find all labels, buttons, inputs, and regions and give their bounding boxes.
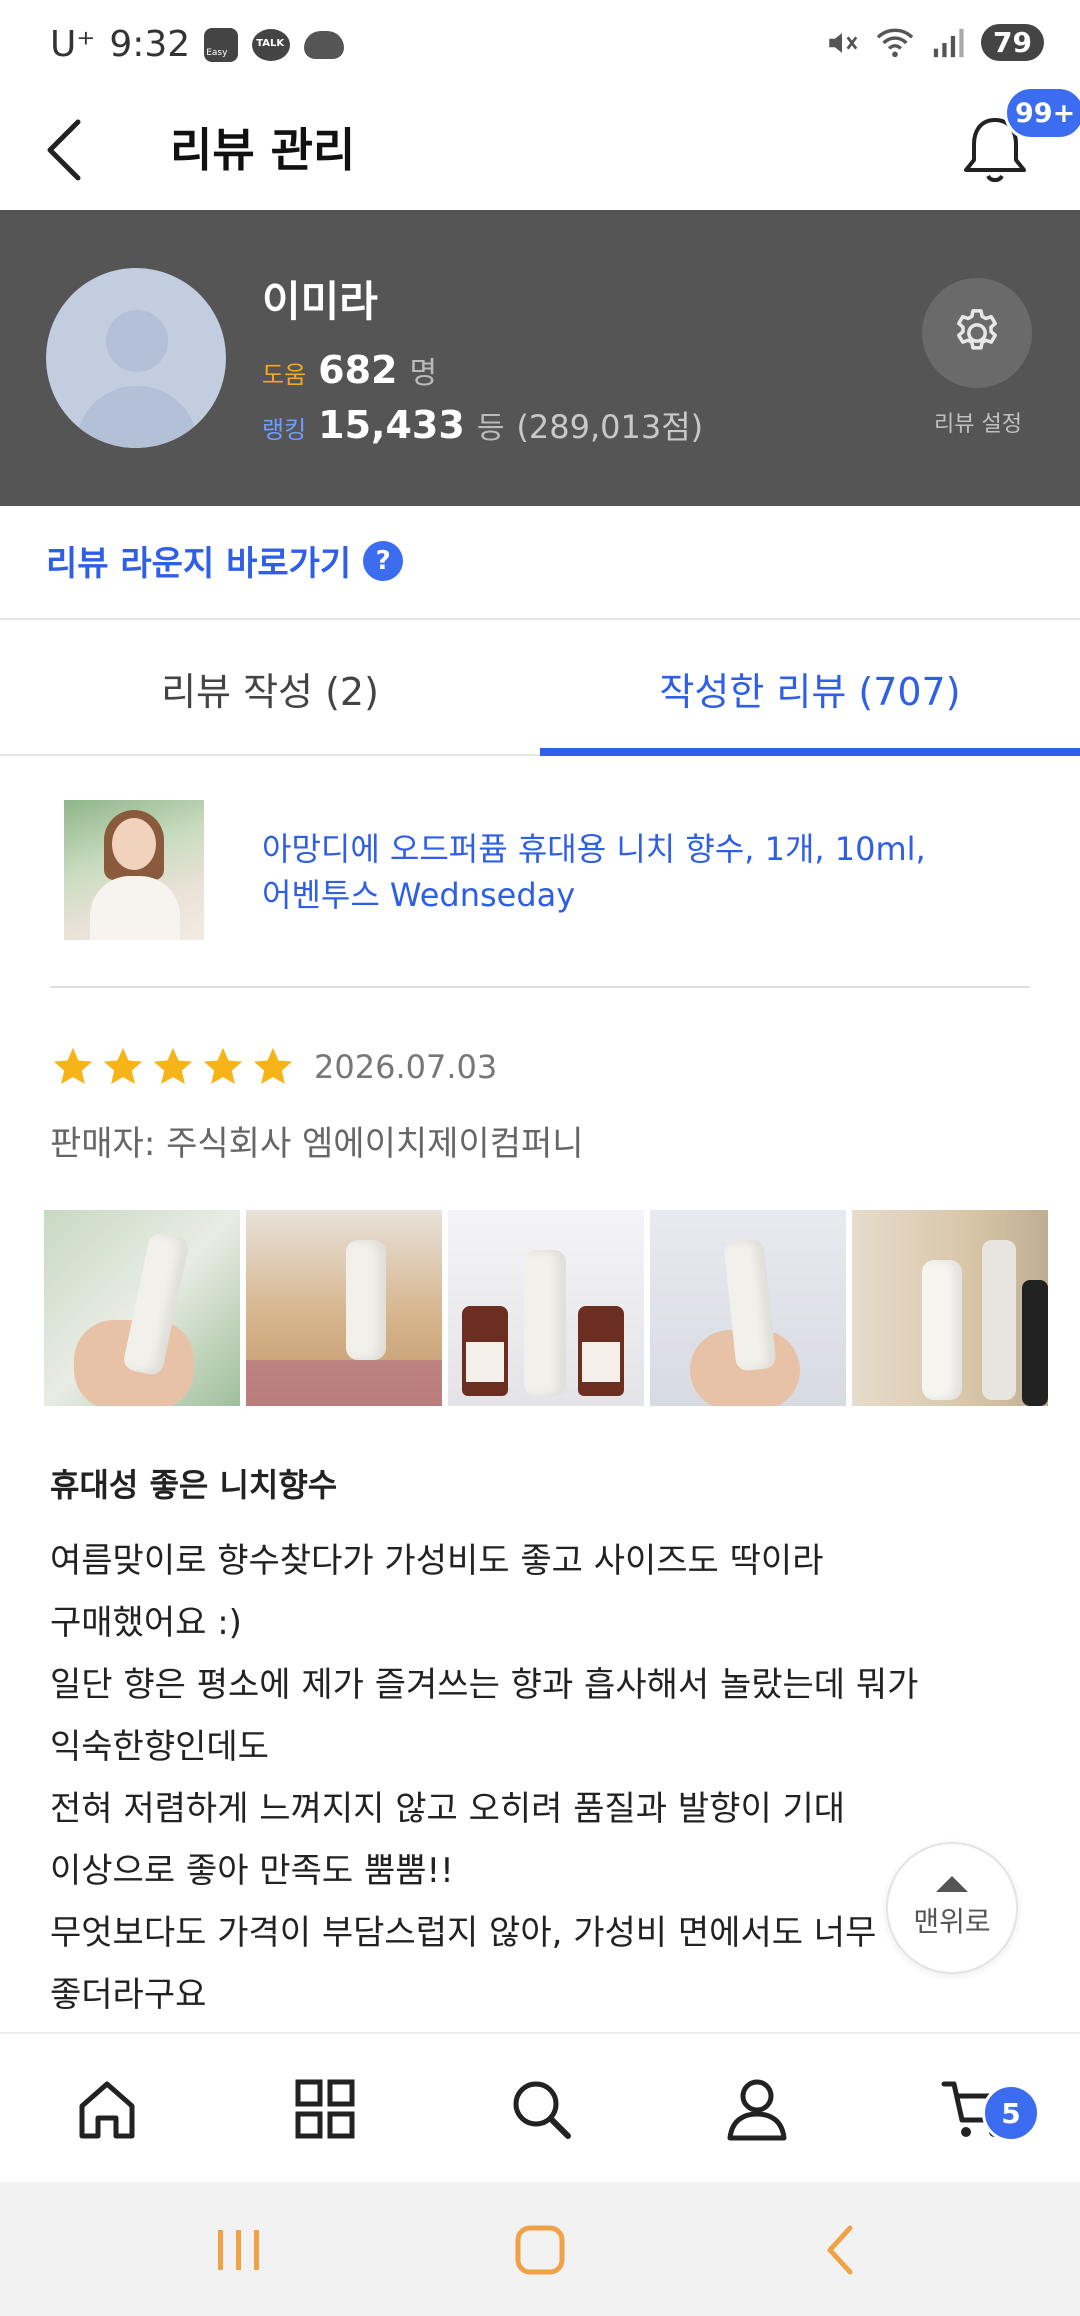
page-title: 리뷰 관리: [170, 123, 356, 177]
star-rating: [50, 1044, 296, 1090]
avatar: [46, 268, 226, 448]
photo-background-bottle-shape: [1022, 1280, 1048, 1406]
review-tabs: 리뷰 작성 (2) 작성한 리뷰 (707): [0, 620, 1080, 756]
photo-background-bottle-shape: [982, 1240, 1016, 1400]
status-bar: U⁺ 9:32 Easy TALK 79: [0, 0, 1080, 90]
avatar-head-shape: [106, 310, 168, 372]
star-icon: [103, 1047, 143, 1085]
notification-badge[interactable]: 99+: [1004, 86, 1080, 140]
review-line: 좋더라구요: [50, 1975, 207, 2015]
help-label: 도움: [262, 361, 307, 389]
bottom-nav: 5: [0, 2032, 1080, 2182]
avatar-body-shape: [76, 386, 198, 448]
photo-shelf-shape: [246, 1360, 442, 1406]
star-icon: [253, 1047, 293, 1085]
status-carrier: U⁺: [50, 24, 96, 65]
category-icon[interactable]: [290, 2074, 360, 2144]
rank-unit: 등: [476, 411, 505, 446]
cloud-app-icon: [304, 30, 345, 59]
help-stat: 도움 682 명: [262, 348, 437, 392]
battery-indicator: 79: [981, 24, 1044, 61]
easy-app-label: Easy: [206, 47, 228, 58]
star-icon: [53, 1047, 93, 1085]
seller-info: 판매자: 주식회사 엠에이치제이컴퍼니: [50, 1124, 584, 1164]
review-body: 여름맞이로 향수찾다가 가성비도 좋고 사이즈도 딱이라 구매했어요 :) 일단…: [50, 1530, 1010, 2026]
thumbnail-body-shape: [90, 876, 180, 940]
tab-write-review[interactable]: 리뷰 작성 (2): [0, 620, 540, 756]
review-photo-2[interactable]: [246, 1210, 442, 1406]
review-line: 이상으로 좋아 만족도 뿜뿜!!: [50, 1851, 454, 1891]
recent-apps-icon[interactable]: [204, 2218, 274, 2282]
easy-app-icon: Easy: [204, 27, 239, 62]
profile-name: 이미라: [262, 277, 378, 326]
profile-card: 이미라 도움 682 명 랭킹 15,433 등 (289,013점) 리뷰 설…: [0, 210, 1080, 506]
product-divider: [50, 986, 1030, 988]
review-photo-1[interactable]: [44, 1210, 240, 1406]
photo-amber-bottle-shape: [578, 1306, 624, 1396]
back-button-icon[interactable]: [806, 2218, 876, 2282]
review-title: 휴대성 좋은 니치향수: [50, 1466, 338, 1504]
talk-app-icon: TALK: [252, 28, 291, 61]
rating-row: 2026.07.03: [50, 1044, 497, 1090]
product-name-line-1: 아망디에 오드퍼퓸 휴대용 니치 향수, 1개, 10ml,: [262, 830, 926, 868]
rank-value: 15,433: [318, 403, 465, 447]
review-date: 2026.07.03: [314, 1048, 498, 1086]
product-row[interactable]: 아망디에 오드퍼퓸 휴대용 니치 향수, 1개, 10ml, 어벤투스 Wedn…: [0, 800, 1080, 988]
review-photo-5[interactable]: [852, 1210, 1048, 1406]
review-photo-3[interactable]: [448, 1210, 644, 1406]
thumbnail-face-shape: [112, 818, 156, 870]
review-line: 여름맞이로 향수찾다가 가성비도 좋고 사이즈도 딱이라: [50, 1541, 824, 1581]
app-header: 리뷰 관리: [0, 90, 1080, 210]
rank-label: 랭킹: [262, 416, 307, 444]
mute-icon: [829, 32, 858, 53]
star-icon: [203, 1047, 243, 1085]
review-lounge-label[interactable]: 리뷰 라운지 바로가기: [46, 536, 351, 585]
review-line: 무엇보다도 가격이 부담스럽지 않아, 가성비 면에서도 너무: [50, 1913, 877, 1953]
status-time: 9:32: [109, 24, 191, 65]
user-icon[interactable]: [722, 2074, 792, 2144]
tab-written-reviews[interactable]: 작성한 리뷰 (707): [540, 620, 1080, 756]
star-icon: [153, 1047, 193, 1085]
review-settings-button[interactable]: [922, 278, 1032, 388]
photo-bottle-shape: [922, 1260, 962, 1400]
active-tab-indicator: [540, 748, 1080, 756]
review-line: 익숙한향인데도: [50, 1727, 269, 1767]
scroll-to-top-button[interactable]: 맨위로: [886, 1842, 1018, 1974]
review-line: 구매했어요 :): [50, 1603, 242, 1643]
photo-bottle-shape: [346, 1240, 386, 1360]
product-name-line-2: 어벤투스 Wednseday: [262, 876, 576, 914]
rank-stat: 랭킹 15,433 등 (289,013점): [262, 402, 703, 448]
back-icon[interactable]: [36, 110, 96, 190]
home-icon[interactable]: [72, 2074, 142, 2144]
system-navigation-bar: [0, 2182, 1080, 2316]
review-photos: [44, 1210, 1048, 1406]
scroll-to-top-label: 맨위로: [913, 1905, 991, 1938]
photo-amber-bottle-shape: [462, 1306, 508, 1396]
gear-icon: [957, 309, 997, 350]
signal-icon: [933, 28, 964, 57]
rank-points: (289,013점): [516, 408, 704, 446]
help-unit: 명: [409, 356, 438, 391]
status-bar-left: U⁺ 9:32 Easy TALK: [50, 24, 345, 65]
review-line: 전혀 저렴하게 느껴지지 않고 오히려 품질과 발향이 기대: [50, 1789, 846, 1829]
photo-bottle-shape: [524, 1250, 566, 1396]
cart-count-badge[interactable]: 5: [982, 2084, 1040, 2142]
status-bar-right: 79: [825, 24, 1044, 61]
search-icon[interactable]: [506, 2074, 576, 2144]
product-thumbnail[interactable]: [64, 800, 204, 940]
talk-app-label: TALK: [256, 37, 285, 49]
review-line: 일단 향은 평소에 제가 즐겨쓰는 향과 흡사해서 놀랐는데 뭐가: [50, 1665, 919, 1705]
review-photo-4[interactable]: [650, 1210, 846, 1406]
review-settings-label: 리뷰 설정: [934, 412, 1022, 437]
product-name[interactable]: 아망디에 오드퍼퓸 휴대용 니치 향수, 1개, 10ml, 어벤투스 Wedn…: [262, 826, 1022, 918]
arrow-up-icon: [936, 1876, 968, 1892]
help-icon[interactable]: ?: [363, 540, 404, 581]
review-lounge-link[interactable]: 리뷰 라운지 바로가기 ?: [46, 536, 404, 585]
wifi-icon: [876, 28, 914, 57]
help-value: 682: [318, 348, 398, 392]
home-button-icon[interactable]: [505, 2218, 575, 2282]
